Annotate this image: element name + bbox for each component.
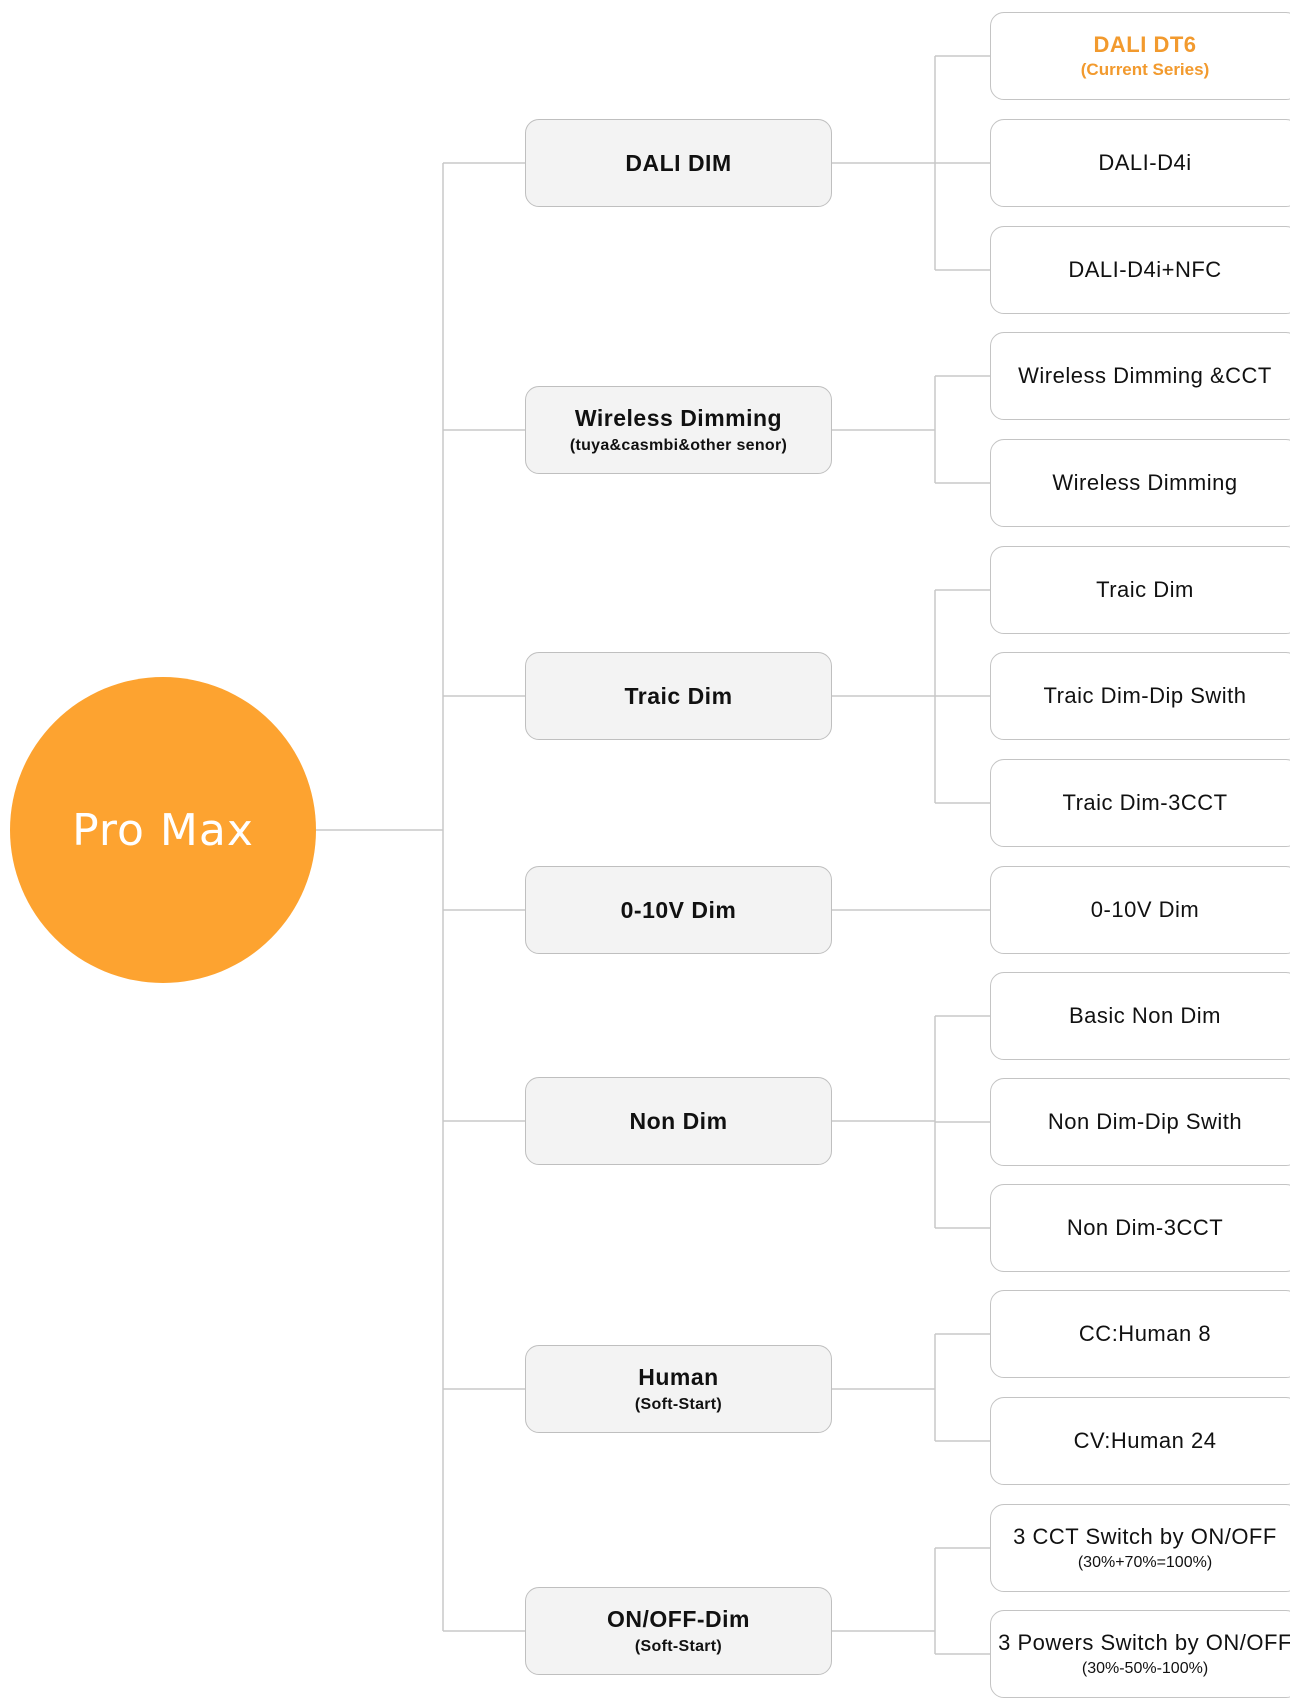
leaf-label: DALI-D4i <box>1098 150 1192 175</box>
leaf-label: Basic Non Dim <box>1069 1003 1221 1028</box>
leaf-label: Traic Dim-3CCT <box>1062 790 1228 815</box>
leaf-basic-non-dim: Basic Non Dim <box>990 972 1290 1060</box>
leaf-dali-d4i-nfc: DALI-D4i+NFC <box>990 226 1290 314</box>
leaf-label: Traic Dim-Dip Swith <box>1043 683 1247 708</box>
category-dali-dim: DALI DIM <box>525 119 832 207</box>
category-subtitle: (tuya&casmbi&other senor) <box>569 437 788 454</box>
category-on-off-dim: ON/OFF-Dim (Soft-Start) <box>525 1587 832 1675</box>
leaf-label: Traic Dim <box>1096 577 1194 602</box>
category-human: Human (Soft-Start) <box>525 1345 832 1433</box>
leaf-3-powers-switch-on-off: 3 Powers Switch by ON/OFF (30%-50%-100%) <box>990 1610 1290 1698</box>
category-title: Traic Dim <box>624 682 733 709</box>
category-subtitle: (Soft-Start) <box>634 1638 723 1655</box>
category-title: 0-10V Dim <box>620 896 737 923</box>
leaf-sublabel: (Current Series) <box>1080 60 1210 79</box>
leaf-traic-dim-3cct: Traic Dim-3CCT <box>990 759 1290 847</box>
leaf-3cct-switch-on-off: 3 CCT Switch by ON/OFF (30%+70%=100%) <box>990 1504 1290 1592</box>
leaf-wireless-dimming-cct: Wireless Dimming &CCT <box>990 332 1290 420</box>
root-node-pro-max: Pro Max <box>10 677 316 983</box>
category-title: Human <box>638 1364 719 1390</box>
leaf-sublabel: (30%-50%-100%) <box>1081 1660 1209 1677</box>
leaf-label: Wireless Dimming &CCT <box>1018 363 1272 388</box>
root-label: Pro Max <box>72 804 254 856</box>
leaf-label: 3 Powers Switch by ON/OFF <box>998 1630 1290 1655</box>
leaf-label: Wireless Dimming <box>1052 470 1238 495</box>
category-subtitle: (Soft-Start) <box>634 1396 723 1413</box>
leaf-non-dim-3cct: Non Dim-3CCT <box>990 1184 1290 1272</box>
leaf-traic-dim: Traic Dim <box>990 546 1290 634</box>
leaf-label: CV:Human 24 <box>1073 1428 1217 1453</box>
leaf-cc-human-8: CC:Human 8 <box>990 1290 1290 1378</box>
category-title: Non Dim <box>629 1107 728 1134</box>
leaf-label: DALI DT6 <box>1093 32 1197 57</box>
leaf-label: 0-10V Dim <box>1090 897 1200 922</box>
leaf-sublabel: (30%+70%=100%) <box>1077 1554 1213 1571</box>
leaf-dali-dt6: DALI DT6 (Current Series) <box>990 12 1290 100</box>
category-non-dim: Non Dim <box>525 1077 832 1165</box>
leaf-label: DALI-D4i+NFC <box>1068 257 1222 282</box>
leaf-label: Non Dim-Dip Swith <box>1047 1109 1243 1134</box>
category-title: Wireless Dimming <box>574 405 783 431</box>
leaf-cv-human-24: CV:Human 24 <box>990 1397 1290 1485</box>
leaf-traic-dim-dip-swith: Traic Dim-Dip Swith <box>990 652 1290 740</box>
leaf-0-10v-dim: 0-10V Dim <box>990 866 1290 954</box>
leaf-non-dim-dip-swith: Non Dim-Dip Swith <box>990 1078 1290 1166</box>
leaf-label: CC:Human 8 <box>1078 1321 1212 1346</box>
category-title: DALI DIM <box>625 149 732 176</box>
leaf-wireless-dimming: Wireless Dimming <box>990 439 1290 527</box>
leaf-label: Non Dim-3CCT <box>1066 1215 1224 1240</box>
leaf-label: 3 CCT Switch by ON/OFF <box>1013 1524 1277 1549</box>
leaf-dali-d4i: DALI-D4i <box>990 119 1290 207</box>
category-traic-dim: Traic Dim <box>525 652 832 740</box>
category-title: ON/OFF-Dim <box>607 1606 750 1632</box>
category-wireless-dimming: Wireless Dimming (tuya&casmbi&other seno… <box>525 386 832 474</box>
category-0-10v-dim: 0-10V Dim <box>525 866 832 954</box>
